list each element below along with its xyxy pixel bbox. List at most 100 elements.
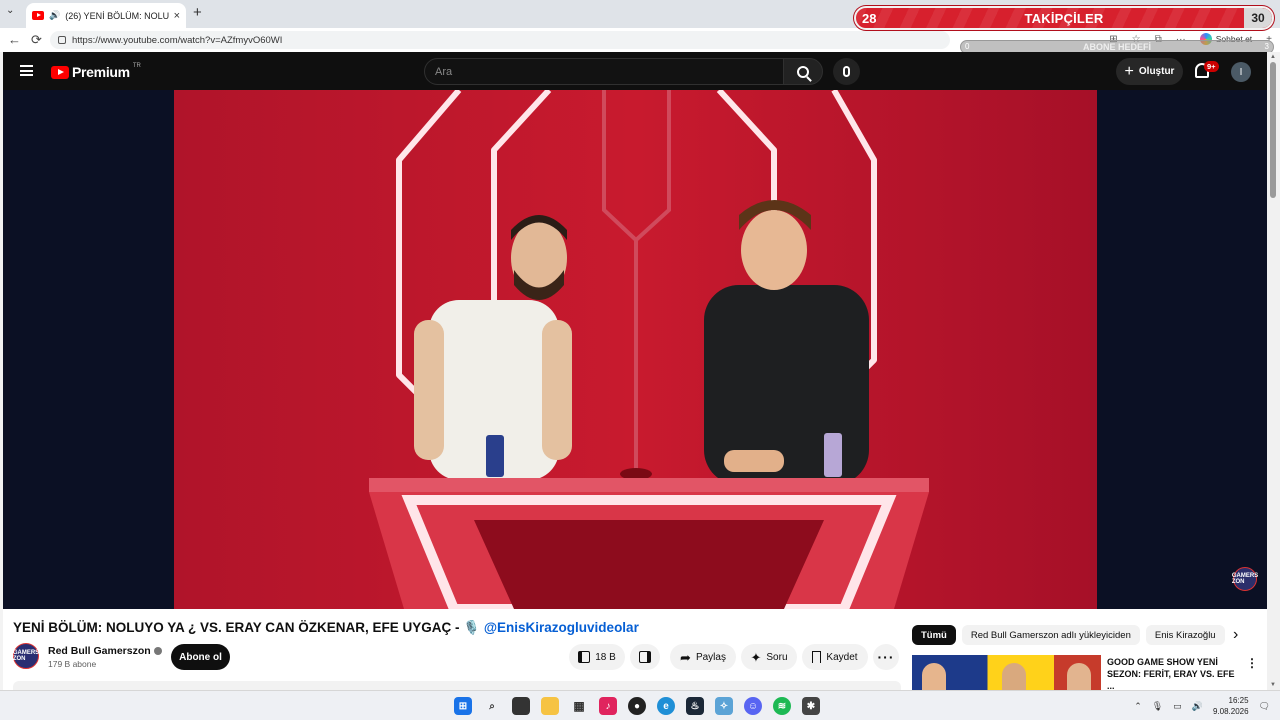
youtube-logo-icon (51, 65, 69, 79)
share-label: Paylaş (695, 651, 726, 663)
taskbar-clock[interactable]: 16:25 9.08.2026 (1213, 695, 1249, 717)
channel-avatar[interactable]: GAMERS ZON (13, 643, 39, 669)
thumb-face (922, 663, 946, 690)
url-text: https://www.youtube.com/watch?v=AZfmyvO6… (72, 34, 283, 46)
network-app-icon[interactable]: ✧ (715, 697, 733, 715)
account-avatar[interactable]: I (1231, 62, 1251, 82)
page-scrollbar[interactable]: ▲ ▼ (1267, 52, 1280, 690)
microphone-icon (843, 66, 850, 77)
subscriber-goal-label: ABONE HEDEFİ (1082, 42, 1151, 52)
taskbar-search-icon[interactable]: ⌕ (483, 697, 501, 715)
tab-list-button[interactable]: ⌄ (6, 5, 14, 16)
obs-icon[interactable]: ● (628, 697, 646, 715)
calculator-icon[interactable]: ▦ (570, 697, 588, 715)
app-icon[interactable]: ✱ (802, 697, 820, 715)
clock-date: 9.08.2026 (1212, 707, 1249, 716)
edge-browser-icon[interactable]: e (657, 697, 675, 715)
plus-icon: + (1124, 62, 1134, 80)
like-button[interactable]: 18 B (569, 644, 625, 670)
subscriber-goal-target: 3 (1264, 42, 1269, 51)
save-button[interactable]: Kaydet (802, 644, 868, 670)
verified-badge-icon (153, 647, 162, 656)
logo-region: TR (132, 63, 141, 69)
tab-close-button[interactable]: × (174, 10, 180, 22)
ask-label: Soru (766, 651, 788, 663)
new-tab-button[interactable]: + (193, 4, 202, 21)
scrollbar-thumb[interactable] (1270, 62, 1276, 198)
subscriber-count: 179 B abone (48, 659, 97, 669)
channel-watermark[interactable]: GAMERS ZON (1232, 567, 1258, 591)
tray-overflow-icon[interactable]: ⌃ (1134, 701, 1142, 712)
video-scene (174, 90, 1097, 609)
recommended-video-title[interactable]: GOOD GAME SHOW YENİ SEZON: FERİT, ERAY V… (1107, 656, 1237, 690)
description-box[interactable] (13, 681, 901, 690)
system-tray: ⌃ 🎙 ▭ 🔊 16:25 9.08.2026 🗨 (1134, 695, 1270, 717)
browser-tab-active[interactable]: 🔊 (26) YENİ BÖLÜM: NOLUYO YA × (26, 3, 186, 28)
steam-icon[interactable]: ♨ (686, 697, 704, 715)
youtube-favicon-icon (32, 11, 44, 20)
youtube-header: Premium TR Ara + Oluştur 9+ I (3, 52, 1267, 90)
taskbar-apps: ⊞ ⌕ ▦ ♪ ● e ♨ ✧ ☺ ≋ ✱ (454, 697, 820, 715)
youtube-page: Premium TR Ara + Oluştur 9+ I GAMERS ZON… (3, 52, 1267, 690)
task-view-icon[interactable] (512, 697, 530, 715)
bookmark-icon (812, 651, 822, 663)
follower-goal-target: 30 (1244, 8, 1272, 28)
video-player[interactable]: GAMERS ZON (3, 90, 1267, 609)
title-mention-link[interactable]: @EnisKirazogluvideolar (484, 620, 639, 635)
share-arrow-icon: ➦ (680, 649, 691, 665)
chevron-right-icon[interactable]: › (1233, 626, 1238, 644)
tray-volume-icon[interactable]: 🔊 (1192, 701, 1203, 712)
spotify-icon[interactable]: ≋ (773, 697, 791, 715)
scroll-down-icon[interactable]: ▼ (1270, 682, 1276, 688)
subscribe-button[interactable]: Abone ol (171, 644, 230, 670)
search-input[interactable]: Ara (424, 58, 784, 85)
discord-icon[interactable]: ☺ (744, 697, 762, 715)
create-button[interactable]: + Oluştur (1116, 58, 1183, 85)
sparkle-icon: ✦ (750, 649, 762, 665)
video-title: YENİ BÖLÜM: NOLUYO YA ¿ VS. ERAY CAN ÖZK… (13, 620, 639, 636)
follower-goal-title: TAKİPÇİLER (1024, 11, 1104, 26)
tray-mic-icon[interactable]: 🎙 (1152, 701, 1163, 712)
dislike-button[interactable] (630, 644, 660, 670)
url-field[interactable]: https://www.youtube.com/watch?v=AZfmyvO6… (50, 31, 950, 49)
windows-taskbar: ⊞ ⌕ ▦ ♪ ● e ♨ ✧ ☺ ≋ ✱ ⌃ 🎙 ▭ 🔊 16:25 9.08… (0, 690, 1280, 720)
voice-search-button[interactable] (833, 58, 860, 85)
ask-button[interactable]: ✦ Soru (741, 644, 797, 670)
chip-from-uploader[interactable]: Red Bull Gamerszon adlı yükleyiciden (961, 625, 1140, 645)
chip-enis-kirazoglu[interactable]: Enis Kirazoğlu (1145, 625, 1225, 645)
thumb-face (1002, 663, 1026, 690)
search-placeholder: Ara (435, 65, 453, 78)
video-title-text: YENİ BÖLÜM: NOLUYO YA ¿ VS. ERAY CAN ÖZK… (13, 620, 484, 635)
search-icon (797, 65, 809, 78)
chip-all[interactable]: Tümü (912, 625, 956, 645)
more-actions-button[interactable]: ··· (873, 644, 899, 670)
back-button[interactable]: ← (8, 32, 21, 47)
tray-network-icon[interactable]: ▭ (1173, 701, 1182, 712)
channel-name-text: Red Bull Gamerszon (48, 645, 151, 657)
windows-start-icon[interactable]: ⊞ (454, 697, 472, 715)
thumb-face (1067, 663, 1091, 690)
site-info-icon[interactable] (58, 36, 66, 44)
notification-center-icon[interactable]: 🗨 (1259, 701, 1270, 712)
search-button[interactable] (783, 58, 823, 85)
hamburger-menu-icon[interactable] (20, 65, 33, 76)
recommended-more-icon[interactable]: ⋮ (1246, 656, 1258, 670)
video-frame[interactable] (174, 90, 1097, 609)
file-explorer-icon[interactable] (541, 697, 559, 715)
video-info-area: YENİ BÖLÜM: NOLUYO YA ¿ VS. ERAY CAN ÖZK… (3, 609, 1267, 690)
clock-time: 16:25 (1228, 696, 1249, 705)
youtube-premium-logo[interactable]: Premium TR (51, 63, 141, 80)
tab-title: (26) YENİ BÖLÜM: NOLUYO YA (65, 10, 169, 21)
share-button[interactable]: ➦ Paylaş (670, 644, 736, 670)
tiktok-icon[interactable]: ♪ (599, 697, 617, 715)
scroll-up-icon[interactable]: ▲ (1270, 54, 1276, 60)
more-dots-icon: ··· (877, 649, 895, 665)
like-count: 18 B (595, 651, 616, 663)
channel-name[interactable]: Red Bull Gamerszon (48, 645, 162, 657)
reload-button[interactable]: ⟳ (31, 32, 42, 48)
notification-badge: 9+ (1204, 61, 1219, 72)
follower-goal-overlay: 28 TAKİPÇİLER 30 (854, 6, 1274, 30)
logo-text: Premium (72, 64, 130, 80)
speaker-icon[interactable]: 🔊 (49, 10, 60, 21)
recommended-video-thumbnail[interactable] (912, 655, 1101, 690)
